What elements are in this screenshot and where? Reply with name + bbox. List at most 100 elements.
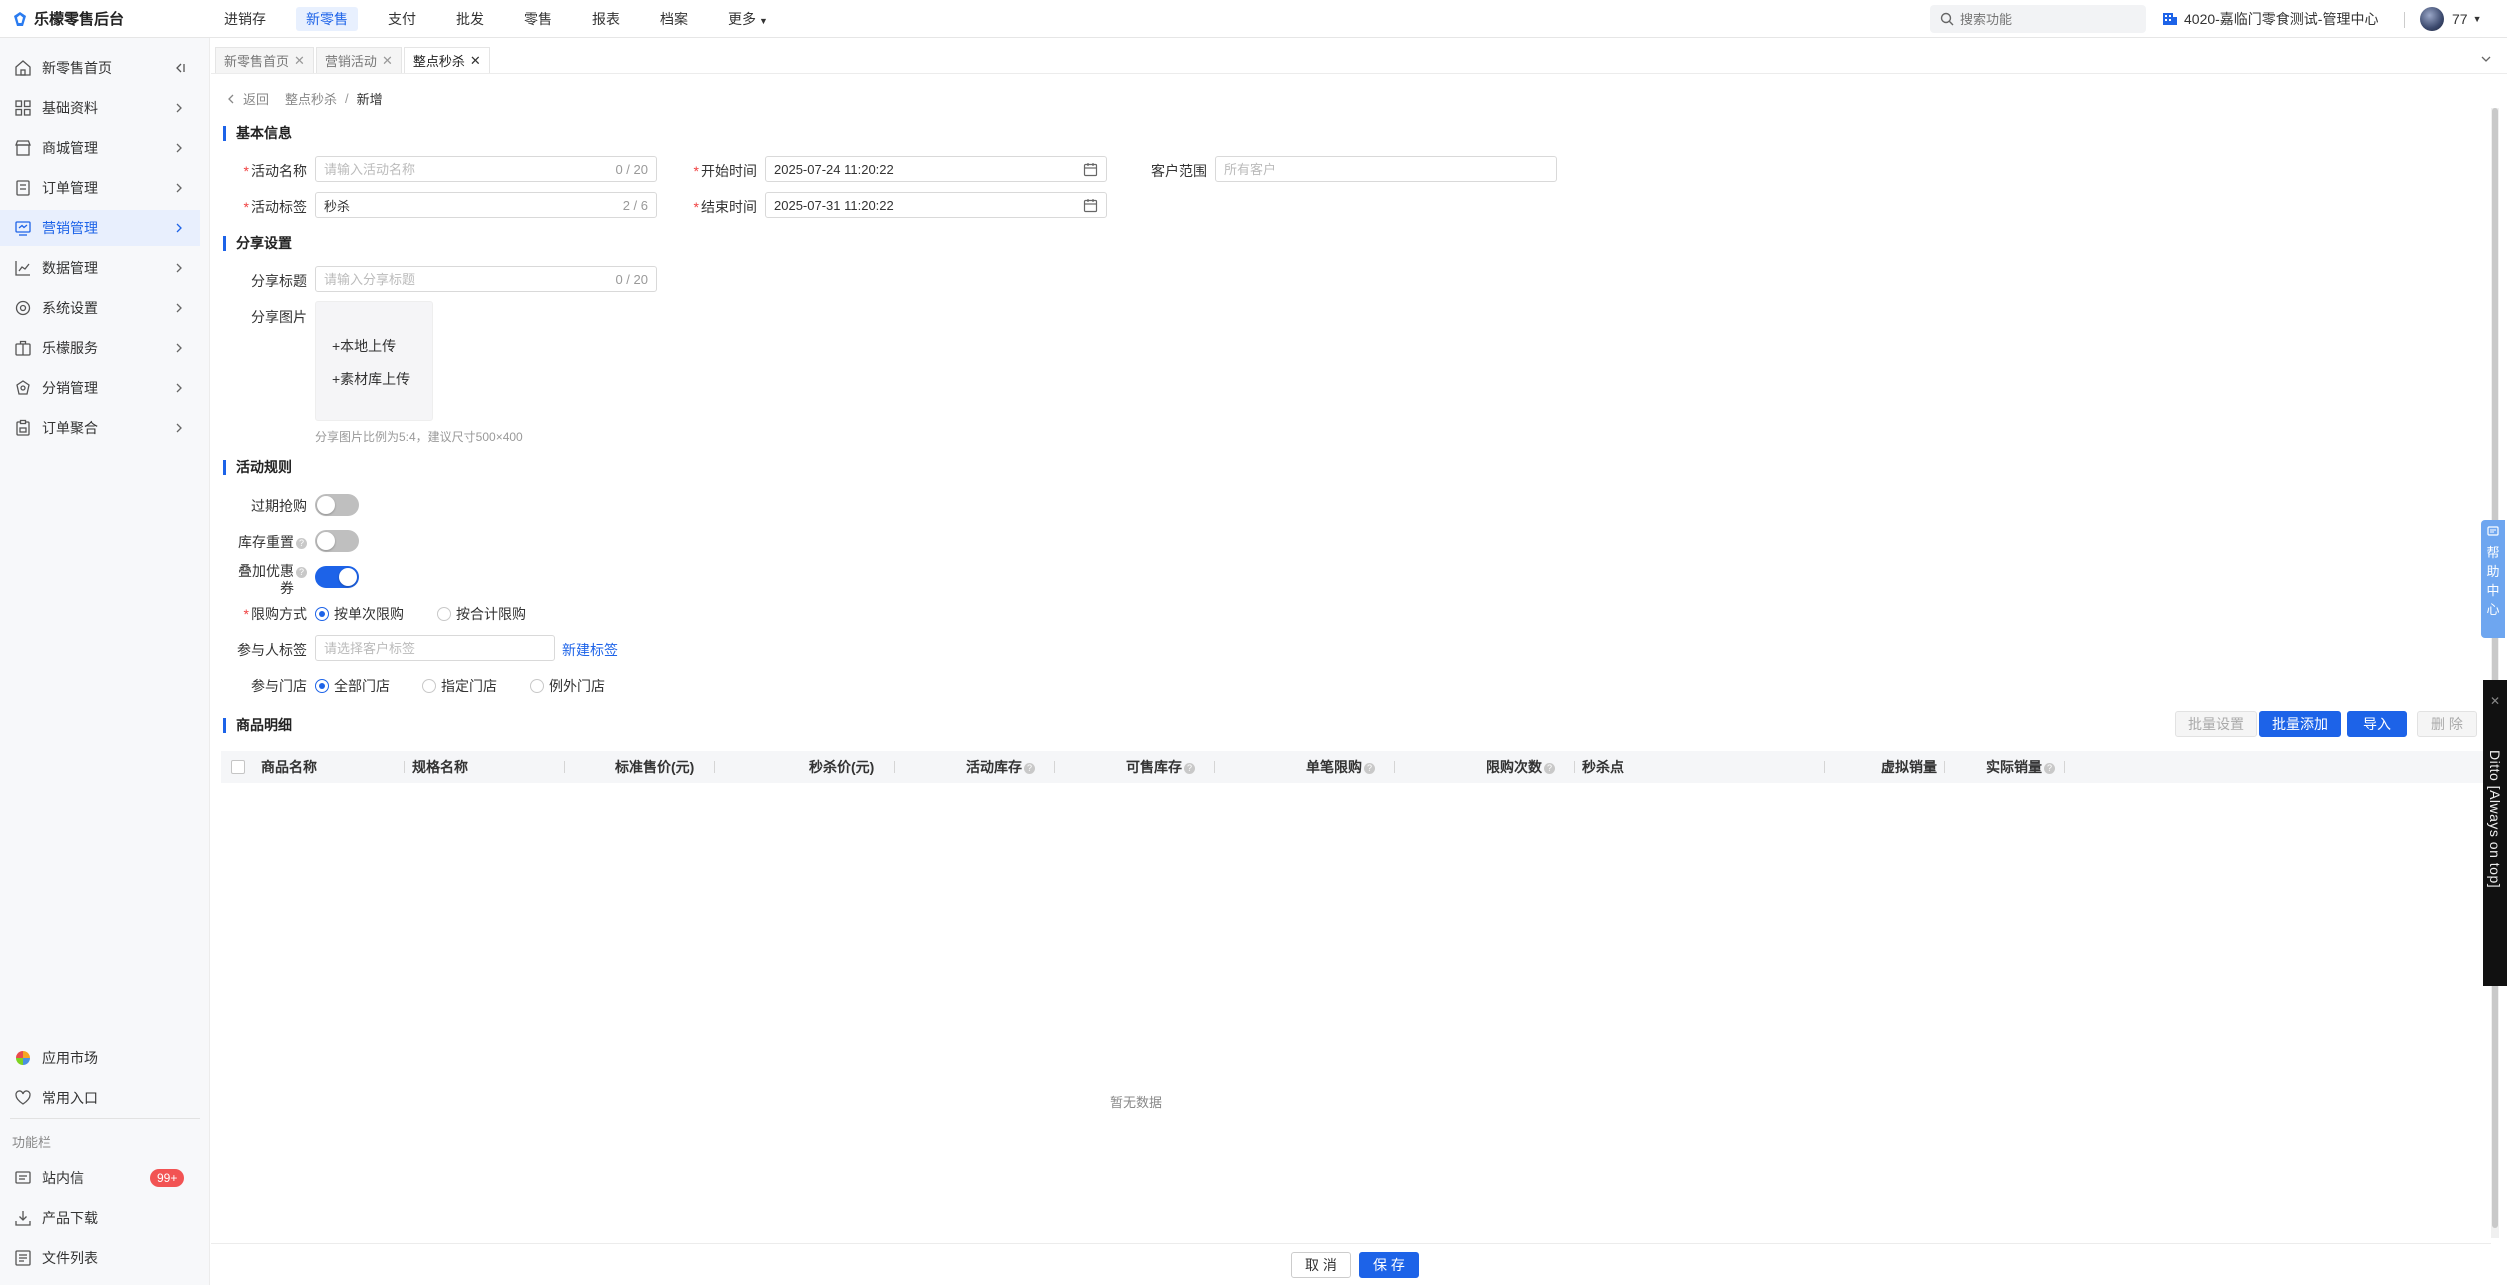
chevron-left-icon [228, 94, 234, 103]
help-chat-icon [2487, 526, 2499, 536]
sidebar-file-list[interactable]: 文件列表 [0, 1240, 200, 1276]
label-text: 叠加优惠 [238, 563, 294, 579]
customer-range-input[interactable] [1224, 161, 1548, 177]
breadcrumb-parent[interactable]: 整点秒杀 [285, 89, 337, 108]
close-icon[interactable]: ✕ [382, 53, 393, 69]
member-tag-select[interactable] [315, 635, 555, 661]
activity-name-input[interactable] [324, 161, 616, 177]
stock-reset-toggle[interactable] [315, 530, 359, 552]
vertical-scrollbar[interactable] [2491, 108, 2499, 1238]
sidebar-item-data[interactable]: 数据管理 [0, 250, 200, 286]
tab-label: 营销活动 [324, 54, 377, 69]
nav-payment[interactable]: 支付 [378, 7, 426, 31]
chevron-down-icon[interactable] [2479, 52, 2493, 66]
help-icon[interactable]: ? [296, 567, 307, 578]
sidebar-item-basic-data[interactable]: 基础资料 [0, 90, 200, 126]
function-search[interactable] [1930, 5, 2146, 33]
collapse-sidebar-icon[interactable] [172, 61, 186, 75]
new-tag-link[interactable]: 新建标签 [562, 640, 618, 660]
store-switcher[interactable]: 4020-嘉临门零食测试-管理中心 [2162, 0, 2378, 38]
back-button[interactable]: 返回 [225, 89, 269, 108]
sidebar-item-orders[interactable]: 订单管理 [0, 170, 200, 206]
column-divider [1944, 761, 1945, 773]
batch-set-button[interactable]: 批量设置 [2175, 711, 2257, 737]
help-center-button[interactable]: 帮 助 中 心 [2481, 520, 2505, 638]
end-time-picker[interactable] [765, 192, 1107, 218]
nav-more[interactable]: 更多 ▼ [718, 7, 778, 31]
import-button[interactable]: 导入 [2347, 711, 2407, 737]
end-time-input[interactable] [774, 197, 1083, 213]
help-icon[interactable]: ? [1364, 763, 1375, 774]
expired-purchase-toggle[interactable] [315, 494, 359, 516]
help-icon[interactable]: ? [2044, 763, 2055, 774]
chevron-right-icon [176, 303, 182, 313]
help-icon[interactable]: ? [296, 538, 307, 549]
help-icon[interactable]: ? [1184, 763, 1195, 774]
help-icon[interactable]: ? [1544, 763, 1555, 774]
ditto-window[interactable]: ✕ Ditto [Always on top] [2483, 680, 2507, 986]
close-icon[interactable]: ✕ [2490, 694, 2500, 708]
limit-total-radio[interactable]: 按合计限购 [437, 604, 526, 624]
help-char: 助 [2486, 564, 2500, 579]
upload-library-button[interactable]: +素材库上传 [332, 369, 410, 389]
tab-flash-sale[interactable]: 整点秒杀 ✕ [403, 47, 490, 73]
start-time-input[interactable] [774, 161, 1083, 177]
start-time-label: * 开始时间 [661, 161, 757, 181]
search-input[interactable] [1960, 11, 2130, 27]
sidebar-item-label: 分销管理 [42, 380, 98, 396]
nav-retail[interactable]: 零售 [514, 7, 562, 31]
sidebar-download[interactable]: 产品下载 [0, 1200, 200, 1236]
close-icon[interactable]: ✕ [470, 53, 481, 69]
sidebar-item-marketing[interactable]: 营销管理 [0, 210, 200, 246]
sidebar-item-distribution[interactable]: 分销管理 [0, 370, 200, 406]
help-icon[interactable]: ? [1024, 763, 1035, 774]
batch-add-button[interactable]: 批量添加 [2259, 711, 2341, 737]
tab-marketing-activity[interactable]: 营销活动 ✕ [315, 47, 402, 73]
stock-reset-label: 库存重置? [211, 532, 307, 552]
unread-badge: 99+ [150, 1169, 185, 1187]
activity-name-field[interactable]: 0 / 20 [315, 156, 657, 182]
user-menu[interactable]: 77 ▼ [2420, 0, 2482, 38]
activity-tag-input[interactable] [324, 197, 623, 213]
sidebar-item-service[interactable]: 乐檬服务 [0, 330, 200, 366]
start-time-picker[interactable] [765, 156, 1107, 182]
select-all-checkbox[interactable] [231, 760, 245, 774]
sidebar-item-mall[interactable]: 商城管理 [0, 130, 200, 166]
share-image-hint: 分享图片比例为5:4，建议尺寸500×400 [315, 430, 523, 444]
activity-tag-field[interactable]: 2 / 6 [315, 192, 657, 218]
app-logo[interactable]: 乐檬零售后台 [0, 8, 210, 29]
label-text: 活动名称 [251, 163, 307, 179]
sidebar-messages[interactable]: 站内信 99+ [0, 1160, 200, 1196]
delete-button[interactable]: 删 除 [2417, 711, 2477, 737]
close-icon[interactable]: ✕ [294, 53, 305, 69]
store-excluded-radio[interactable]: 例外门店 [530, 676, 605, 696]
tab-new-retail-home[interactable]: 新零售首页 ✕ [215, 47, 314, 73]
logo-icon [14, 11, 26, 26]
nav-inventory[interactable]: 进销存 [214, 7, 276, 31]
share-title-input[interactable] [324, 271, 616, 287]
customer-range-field[interactable] [1215, 156, 1557, 182]
nav-archive[interactable]: 档案 [650, 7, 698, 31]
avatar [2420, 7, 2444, 31]
nav-reports[interactable]: 报表 [582, 7, 630, 31]
sidebar-app-market[interactable]: 应用市场 [0, 1040, 200, 1076]
limit-per-order-radio[interactable]: 按单次限购 [315, 604, 404, 624]
save-button[interactable]: 保 存 [1359, 1252, 1419, 1278]
scrollbar-thumb[interactable] [2492, 108, 2498, 1228]
share-title-field[interactable]: 0 / 20 [315, 266, 657, 292]
sidebar-common-entry[interactable]: 常用入口 [0, 1080, 200, 1116]
store-all-radio[interactable]: 全部门店 [315, 676, 390, 696]
nav-new-retail[interactable]: 新零售 [296, 6, 358, 31]
grid-icon [15, 100, 31, 116]
store-specified-radio[interactable]: 指定门店 [422, 676, 497, 696]
stack-coupon-toggle[interactable] [315, 566, 359, 588]
sidebar-item-home[interactable]: 新零售首页 [0, 50, 200, 86]
sidebar-item-settings[interactable]: 系统设置 [0, 290, 200, 326]
nav-wholesale[interactable]: 批发 [446, 7, 494, 31]
sidebar-item-order-aggregation[interactable]: 订单聚合 [0, 410, 200, 446]
member-tag-input[interactable] [324, 640, 546, 656]
upload-local-button[interactable]: +本地上传 [332, 336, 396, 356]
sidebar-item-label: 应用市场 [42, 1050, 98, 1066]
cancel-button[interactable]: 取 消 [1291, 1252, 1351, 1278]
file-list-icon [15, 1250, 31, 1266]
